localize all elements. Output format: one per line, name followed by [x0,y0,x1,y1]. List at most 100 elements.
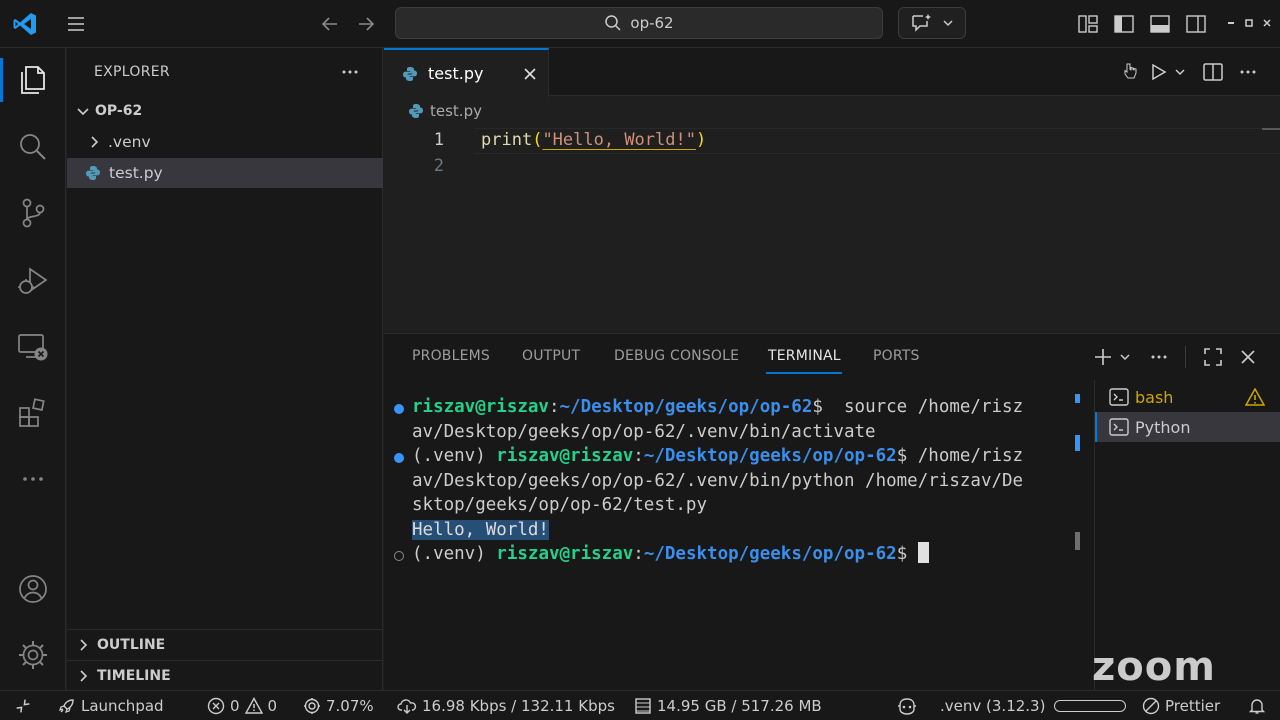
arrow-left-icon[interactable] [318,12,342,36]
scrollbar-marker [1075,394,1080,403]
settings-gear-icon[interactable] [16,638,50,672]
editor-tabs: test.py [384,48,1280,97]
more-views-icon[interactable] [16,462,50,496]
timeline-section[interactable]: TIMELINE [67,660,383,690]
copilot-chat-button[interactable] [898,7,966,39]
python-env-label: .venv (3.12.3) [940,697,1046,715]
tab-terminal[interactable]: TERMINAL [768,348,841,364]
terminal-output[interactable]: riszav@riszav:~/Desktop/geeks/op/op-62$ … [384,394,1094,691]
tree-item-venv[interactable]: .venv [67,127,383,157]
chat-sparkle-icon [912,14,931,32]
network-usage[interactable]: 16.98 Kbps / 132.11 Kbps [397,691,615,720]
more-actions-icon[interactable] [1148,346,1170,368]
cloud-download-icon [397,699,417,714]
python-file-icon [403,66,417,81]
folder-op-62[interactable]: OP-62 [67,96,383,126]
close-panel-icon[interactable] [1237,346,1259,368]
memory-usage[interactable]: 14.95 GB / 517.26 MB [634,691,822,720]
tab-problems[interactable]: PROBLEMS [412,348,490,364]
launchpad-label: Launchpad [81,697,164,715]
hamburger-menu-icon[interactable] [64,12,88,36]
breadcrumb[interactable]: test.py [408,100,482,122]
copilot-status[interactable] [896,691,918,720]
toolbar-divider [1185,346,1186,368]
tree-item-label: test.py [109,164,163,182]
code-paren-close: ) [695,130,707,150]
progress-bar [1054,700,1126,712]
vscode-logo-icon [13,13,36,35]
outline-section[interactable]: OUTLINE [67,629,383,659]
toggle-primary-sidebar-icon[interactable] [1112,12,1136,36]
tab-test-py[interactable]: test.py [384,48,549,97]
editor-area: test.py test.py 1 print("Hello, World!")… [384,48,1280,332]
outline-label: OUTLINE [97,636,166,653]
chevron-down-icon[interactable] [1118,346,1132,368]
scrollbar-marker [1075,435,1080,451]
scrollbar-thumb[interactable] [1075,532,1080,550]
maximize-icon[interactable] [1244,18,1254,28]
more-actions-icon[interactable] [340,62,360,82]
terminal-item-bash[interactable]: bash [1095,382,1280,412]
code-function: print [481,130,533,150]
split-editor-icon[interactable] [1202,61,1224,83]
problems-indicator[interactable]: 0 0 [207,691,277,720]
tree-item-test-py[interactable]: test.py [67,158,383,188]
run-python-file-icon[interactable] [1148,62,1168,82]
active-indicator [0,58,3,102]
close-window-icon[interactable] [1262,18,1272,28]
tab-debug-console[interactable]: DEBUG CONSOLE [614,348,739,364]
copilot-icon [898,698,916,715]
terminal-item-python[interactable]: Python [1095,412,1280,442]
warning-count: 0 [267,697,278,715]
run-and-debug-icon[interactable] [16,264,50,298]
code-line-1[interactable]: 1 print("Hello, World!") [384,127,1280,153]
account-icon[interactable] [16,572,50,606]
close-tab-icon[interactable] [522,66,538,82]
terminal-prompt-line: (.venv) riszav@riszav:~/Desktop/geeks/op… [412,542,929,566]
terminal-line: av/Desktop/geeks/op/op-62/.venv/bin/pyth… [412,471,1024,491]
maximize-panel-icon[interactable] [1202,346,1224,368]
terminal-cursor [917,542,929,563]
minimize-icon[interactable] [1226,18,1236,28]
toggle-secondary-sidebar-icon[interactable] [1184,12,1208,36]
memory-value: 14.95 GB / 517.26 MB [657,697,822,715]
arrow-right-icon[interactable] [354,12,378,36]
tab-label: test.py [428,64,484,83]
command-center-search[interactable]: op-62 [395,7,883,39]
toggle-panel-icon[interactable] [1148,12,1172,36]
terminal-line: sktop/geeks/op/op-62/test.py [412,495,708,515]
source-control-icon[interactable] [16,196,50,230]
chevron-right-icon [91,136,99,148]
remote-icon [16,699,30,713]
prettier-status[interactable]: Prettier [1142,691,1220,720]
extensions-icon[interactable] [16,396,50,430]
remote-explorer-icon[interactable] [16,330,50,364]
bell-icon [1248,699,1266,714]
remote-indicator[interactable] [14,691,32,720]
cpu-usage[interactable]: 7.07% [303,691,374,720]
python-interpreter[interactable]: .venv (3.12.3) [940,691,1045,720]
notifications[interactable] [1248,691,1266,720]
selected-output: Hello, World! [412,520,549,540]
chevron-down-icon[interactable] [1174,66,1186,78]
tab-output[interactable]: OUTPUT [522,348,580,364]
error-count: 0 [230,697,240,715]
terminal-line: av/Desktop/geeks/op/op-62/.venv/bin/acti… [412,422,876,442]
customize-layout-icon[interactable] [1076,12,1100,36]
search-icon[interactable] [16,130,50,164]
tab-ports[interactable]: PORTS [873,348,920,364]
command-success-dot [394,404,404,414]
memory-icon [635,698,651,714]
network-value: 16.98 Kbps / 132.11 Kbps [422,697,615,715]
more-actions-icon[interactable] [1238,62,1258,82]
error-icon [207,697,225,715]
chevron-right-icon [80,638,88,651]
explorer-files-icon[interactable] [16,63,50,97]
prohibited-icon [1142,697,1160,715]
launchpad-item[interactable]: Launchpad [58,691,164,720]
code-line-2[interactable]: 2 [384,153,1280,179]
new-terminal-plus-icon[interactable] [1092,346,1114,368]
chevron-right-icon [80,669,88,682]
terminal-label: bash [1135,387,1174,407]
search-icon [605,15,621,31]
